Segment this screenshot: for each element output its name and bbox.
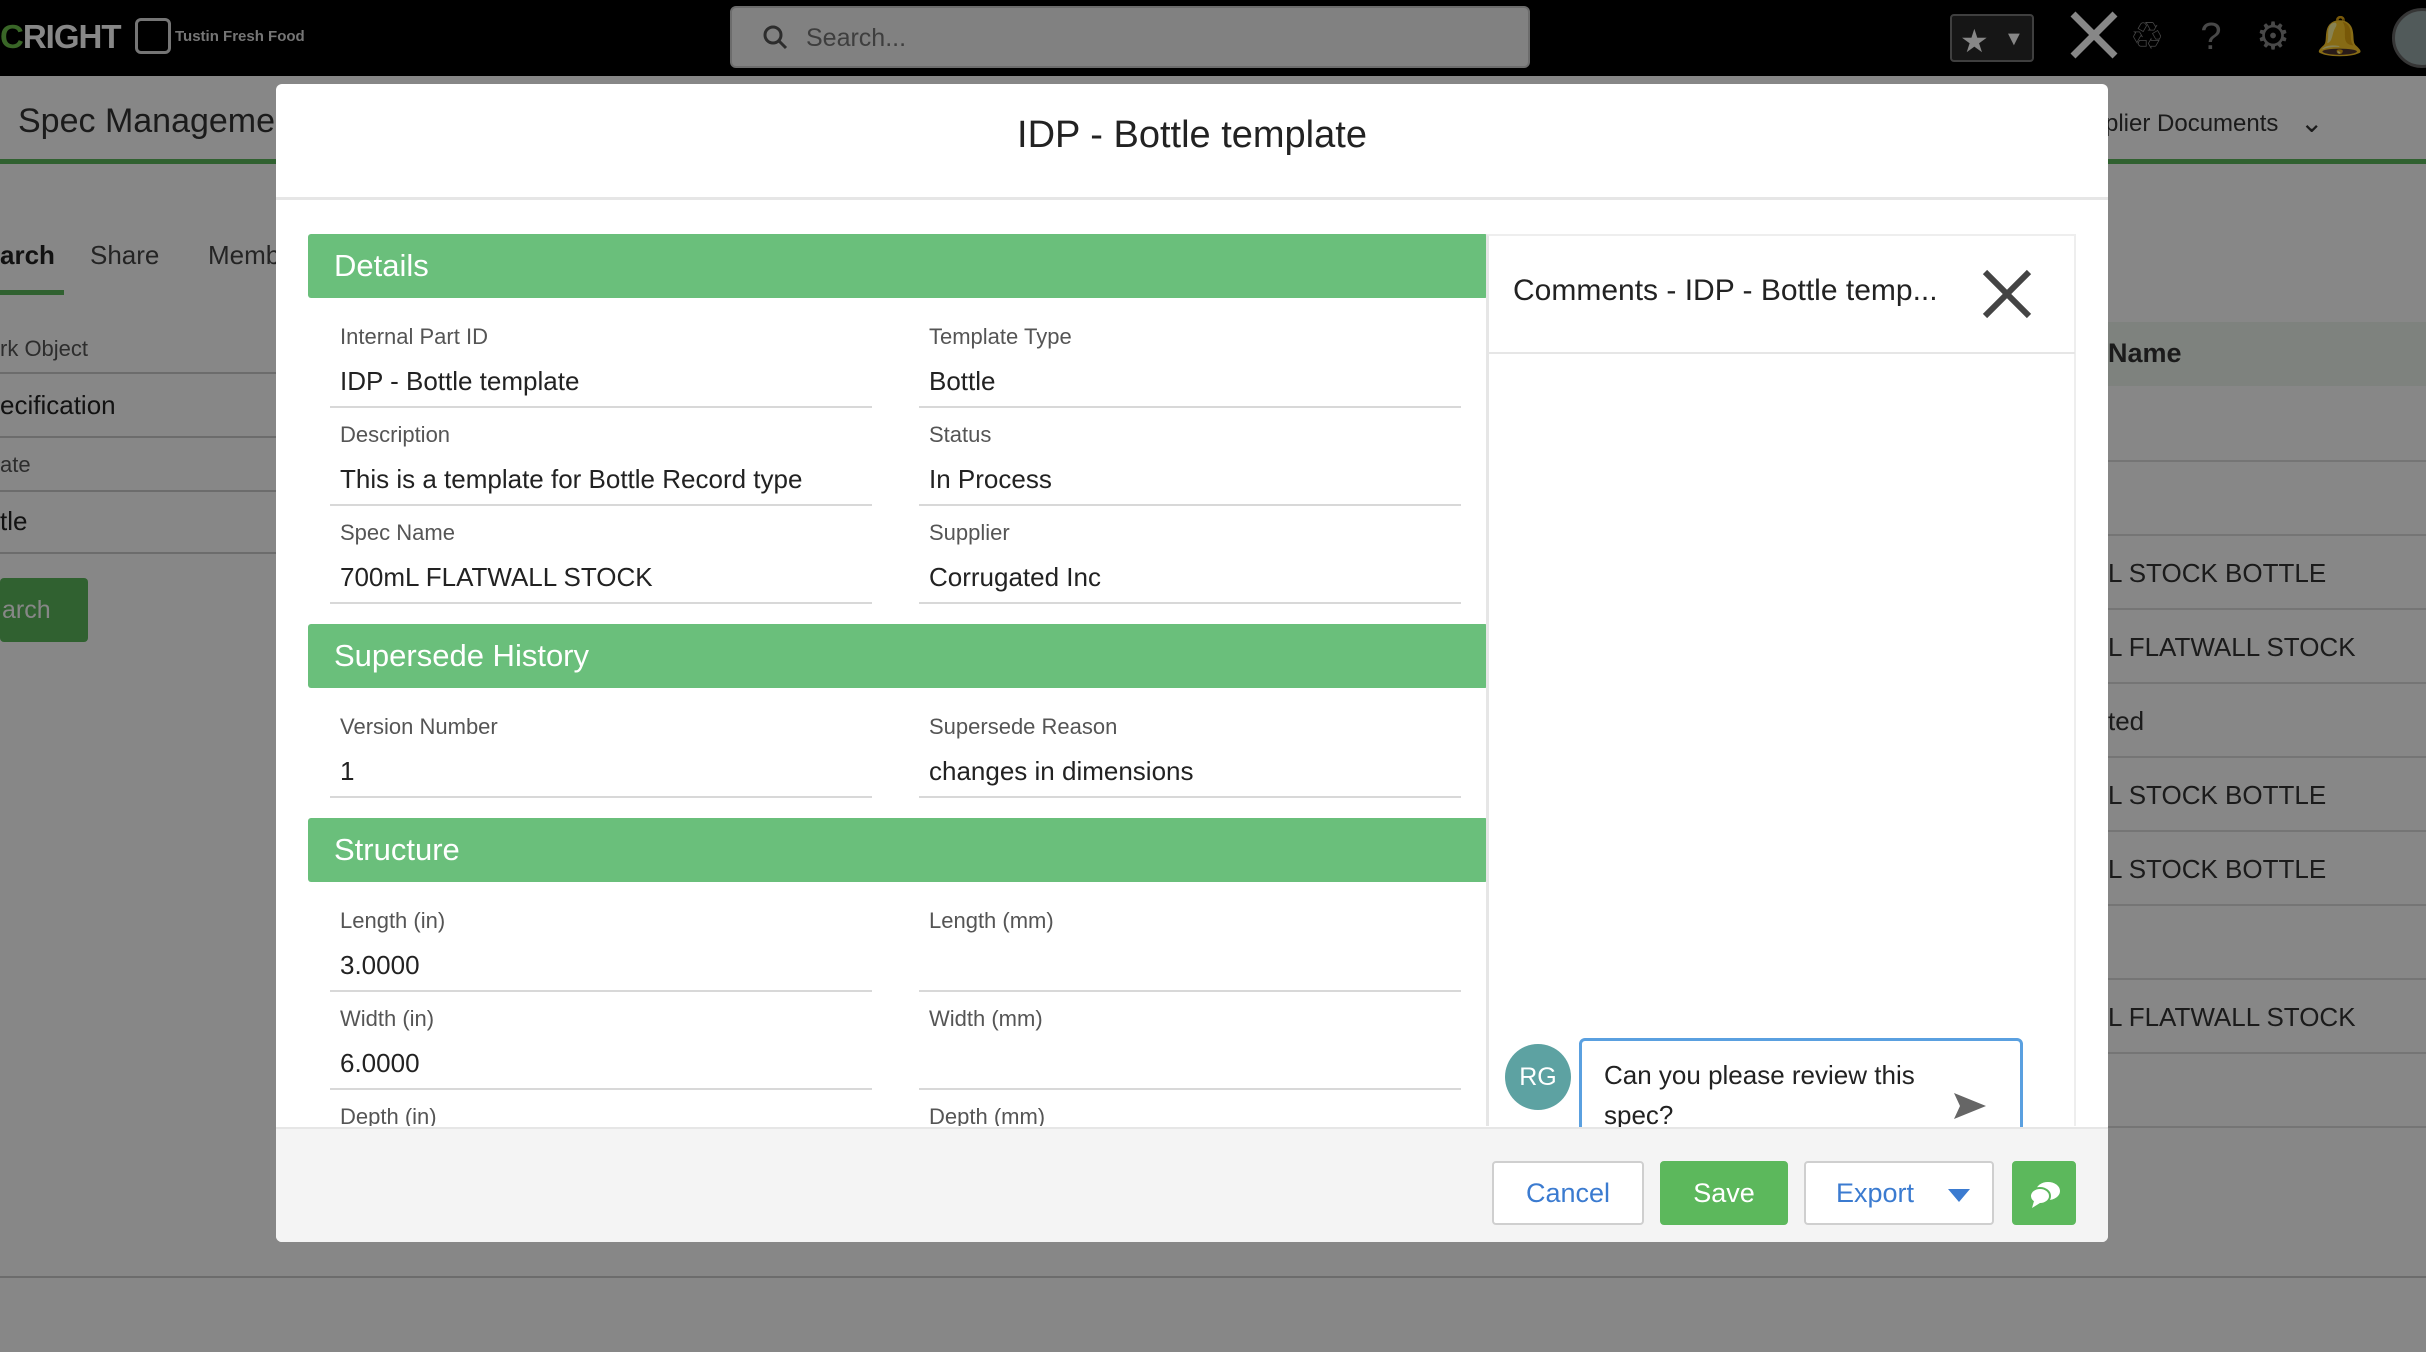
spec-modal: IDP - Bottle template Details Internal P…	[276, 84, 2108, 1242]
comments-panel: Comments - IDP - Bottle temp... RG Can y…	[1486, 234, 2076, 1148]
modal-title: IDP - Bottle template	[1017, 114, 1367, 156]
chat-icon	[2029, 1182, 2060, 1208]
send-icon[interactable]	[1952, 1091, 1988, 1121]
field-width-mm[interactable]: Width (mm)	[919, 992, 1461, 1090]
spec-form: Details Internal Part ID IDP - Bottle te…	[308, 234, 1488, 1126]
field-description[interactable]: Description This is a template for Bottl…	[330, 408, 872, 506]
export-label: Export	[1836, 1178, 1915, 1208]
save-button[interactable]: Save	[1660, 1161, 1788, 1225]
field-depth-in[interactable]: Depth (in)	[330, 1090, 872, 1126]
section-supersede-history[interactable]: Supersede History	[308, 624, 1488, 688]
field-internal-part-id[interactable]: Internal Part ID IDP - Bottle template	[330, 310, 872, 408]
section-details[interactable]: Details	[308, 234, 1488, 298]
field-template-type[interactable]: Template Type Bottle	[919, 310, 1461, 408]
caret-down-icon	[1948, 1189, 1970, 1202]
cancel-button[interactable]: Cancel	[1492, 1161, 1644, 1225]
field-depth-mm[interactable]: Depth (mm)	[919, 1090, 1461, 1126]
close-icon[interactable]	[1979, 266, 2035, 322]
section-structure[interactable]: Structure	[308, 818, 1488, 882]
field-spec-name[interactable]: Spec Name 700mL FLATWALL STOCK	[330, 506, 872, 604]
avatar: RG	[1505, 1044, 1571, 1110]
field-status[interactable]: Status In Process	[919, 408, 1461, 506]
comment-input[interactable]: Can you please review this spec?	[1604, 1055, 1944, 1135]
comments-toggle-button[interactable]	[2012, 1161, 2076, 1225]
field-supplier[interactable]: Supplier Corrugated Inc	[919, 506, 1461, 604]
field-length-in[interactable]: Length (in) 3.0000	[330, 894, 872, 992]
modal-header: IDP - Bottle template	[276, 84, 2108, 200]
field-version-number[interactable]: Version Number 1	[330, 700, 872, 798]
field-length-mm[interactable]: Length (mm)	[919, 894, 1461, 992]
modal-footer: Cancel Save Export	[276, 1127, 2108, 1242]
export-button[interactable]: Export	[1804, 1161, 1994, 1225]
comments-header: Comments - IDP - Bottle temp...	[1489, 236, 2075, 354]
comments-title: Comments - IDP - Bottle temp...	[1513, 274, 1938, 307]
field-supersede-reason[interactable]: Supersede Reason changes in dimensions	[919, 700, 1461, 798]
field-width-in[interactable]: Width (in) 6.0000	[330, 992, 872, 1090]
